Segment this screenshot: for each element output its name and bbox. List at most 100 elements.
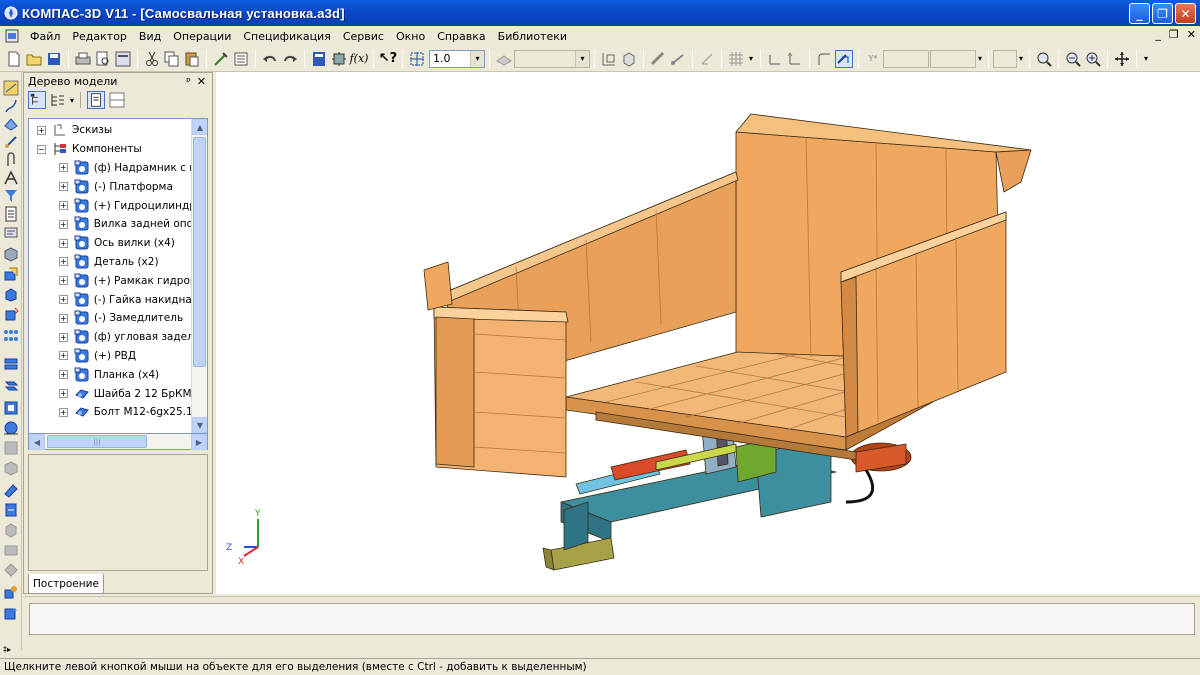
properties-icon[interactable] — [114, 50, 132, 68]
tree-item-component[interactable]: + (+) Рамкак гидроци — [29, 271, 204, 290]
menu-editor[interactable]: Редактор — [66, 30, 133, 43]
menu-libraries[interactable]: Библиотеки — [492, 30, 573, 43]
print-preview-icon[interactable] — [94, 50, 112, 68]
chevron-down-icon[interactable]: ▾ — [470, 50, 484, 67]
mate-angle-icon[interactable] — [3, 482, 19, 498]
expand-plus-icon[interactable]: + — [59, 332, 68, 342]
toolbar-expand-arrows[interactable]: ‡▸ — [0, 645, 22, 657]
expand-plus-icon[interactable]: + — [37, 125, 46, 135]
expand-plus-icon[interactable]: + — [59, 370, 68, 380]
mate-coincident-icon[interactable] — [3, 400, 19, 416]
open-icon[interactable] — [25, 50, 43, 68]
tree-item-component[interactable]: + Ось вилки (x4) — [29, 234, 193, 253]
expand-plus-icon[interactable]: + — [59, 219, 68, 229]
surface-icon[interactable] — [3, 116, 19, 132]
chevron-down-icon[interactable]: ▾ — [1142, 50, 1150, 68]
tree-item-component[interactable]: + Деталь (x2) — [29, 253, 193, 272]
array-icon[interactable] — [3, 328, 19, 344]
sketch-icon[interactable] — [3, 80, 19, 96]
measure-icon[interactable] — [649, 50, 667, 68]
tree-structure-icon[interactable] — [28, 91, 46, 109]
help-pointer-icon[interactable]: ↖? — [379, 50, 397, 68]
menu-window[interactable]: Окно — [390, 30, 431, 43]
tree-item-component[interactable]: + Планка (x4) — [29, 365, 193, 384]
menu-service[interactable]: Сервис — [337, 30, 390, 43]
menu-help[interactable]: Справка — [431, 30, 491, 43]
tree-mode-icon[interactable] — [49, 91, 67, 109]
pin-icon[interactable]: ᵖ — [186, 75, 191, 88]
expand-plus-icon[interactable]: + — [59, 201, 68, 211]
mate-disabled-2-icon[interactable] — [3, 460, 19, 476]
list-icon[interactable] — [232, 50, 250, 68]
collision-check-icon[interactable] — [3, 584, 19, 600]
mate-tangent-icon[interactable] — [3, 420, 19, 436]
dump-body-model[interactable] — [423, 113, 1032, 571]
scale-icon[interactable] — [408, 50, 426, 68]
tab-construction[interactable]: Построение — [28, 574, 104, 594]
expand-plus-icon[interactable]: + — [59, 295, 68, 305]
tree-item-component[interactable]: + Вилка задней опорі — [29, 215, 203, 234]
empty-combo[interactable] — [993, 49, 1017, 68]
measure-a-icon[interactable] — [3, 170, 19, 186]
orthogonal-icon[interactable] — [698, 50, 716, 68]
variables-icon[interactable] — [330, 50, 348, 68]
view-orientation-icon[interactable] — [620, 50, 638, 68]
chevron-down-icon[interactable]: ▾ — [1018, 50, 1024, 68]
redo-icon[interactable] — [281, 50, 299, 68]
fillet-icon[interactable] — [3, 134, 19, 150]
extrude-icon[interactable] — [3, 286, 19, 302]
manager-icon[interactable] — [310, 50, 328, 68]
local-cs-icon[interactable] — [766, 50, 784, 68]
tree-panel-view-icon[interactable] — [87, 91, 106, 109]
insert-standard-icon[interactable] — [3, 606, 19, 622]
model-viewport[interactable]: Y Z X — [216, 72, 1200, 594]
menu-operations[interactable]: Операции — [167, 30, 237, 43]
curve-icon[interactable] — [3, 98, 19, 114]
model-canvas[interactable]: Y Z X — [216, 72, 1200, 594]
new-document-icon[interactable] — [5, 50, 23, 68]
cut-icon[interactable] — [143, 50, 161, 68]
property-panel-content[interactable] — [29, 603, 1195, 635]
distance-icon[interactable] — [669, 50, 687, 68]
scroll-left-icon[interactable]: ◀ — [29, 434, 45, 450]
mate-disabled-3-icon[interactable] — [3, 522, 19, 538]
clip-icon[interactable] — [3, 152, 19, 168]
report-icon[interactable] — [3, 224, 19, 240]
scroll-right-icon[interactable]: ▶ — [191, 434, 207, 450]
mate-distance-icon[interactable] — [3, 502, 19, 518]
undo-icon[interactable] — [261, 50, 279, 68]
round-icon[interactable] — [815, 50, 833, 68]
component-icon[interactable] — [3, 246, 19, 262]
document-menu-icon[interactable] — [4, 28, 20, 44]
collapse-minus-icon[interactable]: − — [37, 144, 46, 154]
coordinate-field-1[interactable] — [883, 49, 929, 68]
scroll-down-icon[interactable]: ▼ — [192, 417, 207, 433]
expand-plus-icon[interactable]: + — [59, 313, 68, 323]
tree-split-icon[interactable] — [108, 91, 126, 109]
tree-item-component[interactable]: + (-) Замедлитель — [29, 309, 193, 328]
snap-active-icon[interactable] — [835, 49, 853, 68]
pan-icon[interactable] — [1113, 50, 1131, 68]
scroll-up-icon[interactable]: ▲ — [192, 119, 207, 135]
zoom-in-icon[interactable] — [1084, 50, 1102, 68]
mdi-minimize-button[interactable]: _ — [1155, 28, 1161, 41]
coordinate-field-2[interactable] — [930, 49, 976, 68]
panel-close-icon[interactable]: ✕ — [197, 75, 206, 88]
expand-plus-icon[interactable]: + — [59, 257, 68, 267]
move-component-icon[interactable] — [3, 306, 19, 322]
filter-icon[interactable] — [3, 188, 19, 204]
chevron-down-icon[interactable]: ▾ — [575, 50, 589, 67]
chevron-down-icon[interactable]: ▾ — [70, 96, 74, 105]
expand-plus-icon[interactable]: + — [59, 163, 68, 173]
expand-plus-icon[interactable]: + — [59, 276, 68, 286]
ruler-y-icon[interactable]: Y* — [864, 50, 882, 68]
expand-plus-icon[interactable]: + — [59, 238, 68, 248]
expand-plus-icon[interactable]: + — [59, 182, 68, 192]
grid-icon[interactable] — [727, 50, 745, 68]
tree-item-component[interactable]: + (+) РВД — [29, 347, 193, 366]
expand-plus-icon[interactable]: + — [59, 389, 68, 399]
print-icon[interactable] — [74, 50, 92, 68]
menu-specification[interactable]: Спецификация — [237, 30, 336, 43]
cs-axes-icon[interactable] — [786, 50, 804, 68]
menu-view[interactable]: Вид — [133, 30, 167, 43]
